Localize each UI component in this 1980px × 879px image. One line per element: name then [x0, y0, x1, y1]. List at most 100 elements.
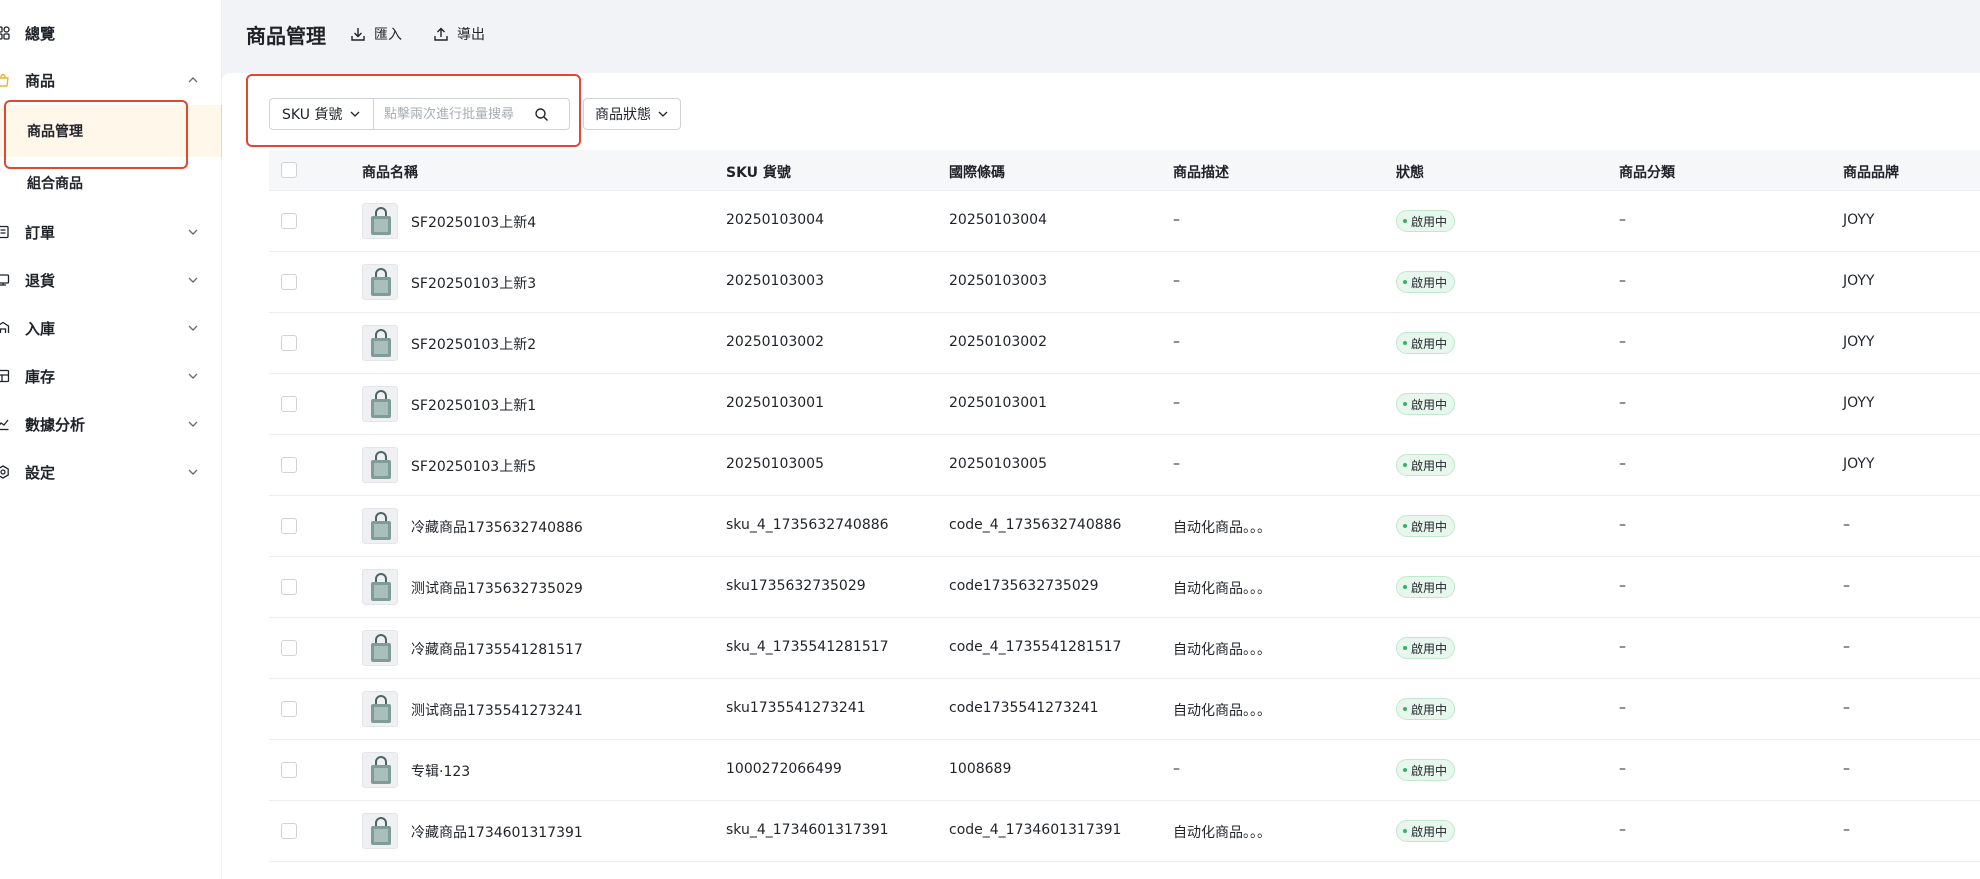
cell-brand: JOYY	[1843, 395, 1875, 411]
chevron-down-icon	[188, 277, 198, 283]
sidebar-item-label: 庫存	[25, 367, 56, 386]
cell-category: –	[1619, 334, 1626, 350]
cell-category: –	[1619, 761, 1626, 777]
sidebar-subitem-label: 組合商品	[27, 176, 83, 192]
cell-barcode: code_4_1734601317391	[949, 822, 1122, 838]
sidebar-item-label: 總覽	[25, 24, 56, 43]
inbound-icon	[0, 320, 11, 336]
sidebar-item-returns[interactable]: 退貨	[0, 258, 222, 302]
row-checkbox[interactable]	[281, 457, 297, 473]
cell-brand: JOYY	[1843, 212, 1875, 228]
bag-icon	[0, 72, 11, 88]
status-badge: 啟用中	[1396, 393, 1456, 415]
cell-barcode: code_4_1735541281517	[949, 639, 1122, 655]
import-button[interactable]: 匯入	[350, 22, 402, 46]
cell-sku: 20250103001	[726, 395, 824, 411]
product-thumbnail	[362, 630, 398, 666]
cell-brand: JOYY	[1843, 456, 1875, 472]
status-badge: 啟用中	[1396, 332, 1456, 354]
table-row[interactable]: 冷藏商品1735632740886 sku_4_1735632740886 code…	[269, 496, 1980, 557]
cell-barcode: code_4_1735632740886	[949, 517, 1122, 533]
sidebar-subitem-label: 商品管理	[27, 124, 83, 140]
row-checkbox[interactable]	[281, 762, 297, 778]
sidebar-item-label: 數據分析	[25, 415, 86, 434]
cell-name: SF20250103上新5	[411, 459, 537, 475]
product-thumbnail	[362, 752, 398, 788]
status-badge: 啟用中	[1396, 820, 1456, 842]
sidebar-item-analytics[interactable]: 數據分析	[0, 402, 222, 446]
table-row[interactable]: 冷藏商品1734601317391 sku_4_1734601317391 code…	[269, 801, 1980, 862]
status-dot-icon	[1403, 280, 1407, 284]
table-row[interactable]: 专辑·123 1000272066499 1008689 – – – 啟用中	[269, 740, 1980, 801]
status-badge: 啟用中	[1396, 637, 1456, 659]
cell-description: 自动化商品。。。	[1173, 520, 1271, 536]
cell-name: SF20250103上新2	[411, 337, 537, 353]
cell-description: 自动化商品。。。	[1173, 703, 1271, 719]
sidebar-subitem-bundle-products[interactable]: 組合商品	[0, 157, 222, 209]
product-thumbnail	[362, 813, 398, 849]
row-checkbox[interactable]	[281, 335, 297, 351]
cell-category: –	[1619, 517, 1626, 533]
status-filter-select[interactable]: 商品狀態	[583, 98, 681, 130]
status-badge-label: 啟用中	[1411, 275, 1448, 290]
chevron-down-icon	[350, 111, 360, 117]
status-badge: 啟用中	[1396, 454, 1456, 476]
cell-sku: 20250103003	[726, 273, 824, 289]
sidebar-item-orders[interactable]: 訂單	[0, 210, 222, 254]
status-dot-icon	[1403, 219, 1407, 223]
search-icon[interactable]	[534, 107, 549, 122]
table-row[interactable]: 冷藏商品1735541281517 sku_4_1735541281517 code…	[269, 618, 1980, 679]
row-checkbox[interactable]	[281, 701, 297, 717]
search-input[interactable]	[374, 106, 534, 122]
export-button[interactable]: 導出	[433, 22, 485, 46]
select-all-checkbox[interactable]	[281, 162, 297, 178]
table-row[interactable]: 测试商品1735632735029 sku1735632735029 code173…	[269, 557, 1980, 618]
cell-sku: sku1735541273241	[726, 700, 866, 716]
cell-brand: –	[1843, 700, 1850, 716]
cell-description: –	[1173, 334, 1180, 350]
row-checkbox[interactable]	[281, 213, 297, 229]
cell-description: 自动化商品。。。	[1173, 825, 1271, 841]
sidebar-item-inbound[interactable]: 入庫	[0, 306, 222, 350]
sidebar-item-overview[interactable]: 總覽	[0, 11, 222, 55]
table-row[interactable]: SF20250103上新1 20250103001 20250103001 – – JOY…	[269, 374, 1980, 435]
status-dot-icon	[1403, 829, 1407, 833]
row-checkbox[interactable]	[281, 823, 297, 839]
cell-sku: 20250103002	[726, 334, 824, 350]
column-header-barcode: 國際條碼	[949, 165, 1005, 181]
cell-description: 自动化商品。。。	[1173, 642, 1271, 658]
row-checkbox[interactable]	[281, 396, 297, 412]
row-checkbox[interactable]	[281, 274, 297, 290]
chevron-down-icon	[188, 373, 198, 379]
table-row[interactable]: SF20250103上新4 20250103004 20250103004 – – JOY…	[269, 191, 1980, 252]
table-row[interactable]: 测试商品1735541273241 sku1735541273241 code173…	[269, 679, 1980, 740]
sidebar-subitem-product-management[interactable]: 商品管理	[0, 105, 222, 157]
product-thumbnail	[362, 386, 398, 422]
status-badge-label: 啟用中	[1411, 763, 1448, 778]
row-checkbox[interactable]	[281, 640, 297, 656]
cell-name: SF20250103上新3	[411, 276, 537, 292]
cell-description: –	[1173, 212, 1180, 228]
status-badge-label: 啟用中	[1411, 580, 1448, 595]
sidebar-item-products[interactable]: 商品	[0, 58, 222, 102]
cell-barcode: 20250103003	[949, 273, 1047, 289]
cell-sku: 1000272066499	[726, 761, 842, 777]
search-box	[374, 98, 570, 130]
cell-name: SF20250103上新4	[411, 215, 537, 231]
row-checkbox[interactable]	[281, 518, 297, 534]
sku-field-select[interactable]: SKU 貨號	[269, 98, 374, 130]
status-dot-icon	[1403, 768, 1407, 772]
cell-brand: JOYY	[1843, 273, 1875, 289]
sidebar-item-inventory[interactable]: 庫存	[0, 354, 222, 398]
cell-brand: –	[1843, 578, 1850, 594]
row-checkbox[interactable]	[281, 579, 297, 595]
cell-brand: –	[1843, 761, 1850, 777]
cell-barcode: code1735632735029	[949, 578, 1099, 594]
cell-description: –	[1173, 395, 1180, 411]
table-row[interactable]: SF20250103上新2 20250103002 20250103002 – – JOY…	[269, 313, 1980, 374]
table-row[interactable]: SF20250103上新5 20250103005 20250103005 – – JOY…	[269, 435, 1980, 496]
upload-icon	[434, 27, 448, 41]
table-row[interactable]: SF20250103上新3 20250103003 20250103003 – – JOY…	[269, 252, 1980, 313]
status-badge-label: 啟用中	[1411, 519, 1448, 534]
sidebar-item-settings[interactable]: 設定	[0, 450, 222, 494]
